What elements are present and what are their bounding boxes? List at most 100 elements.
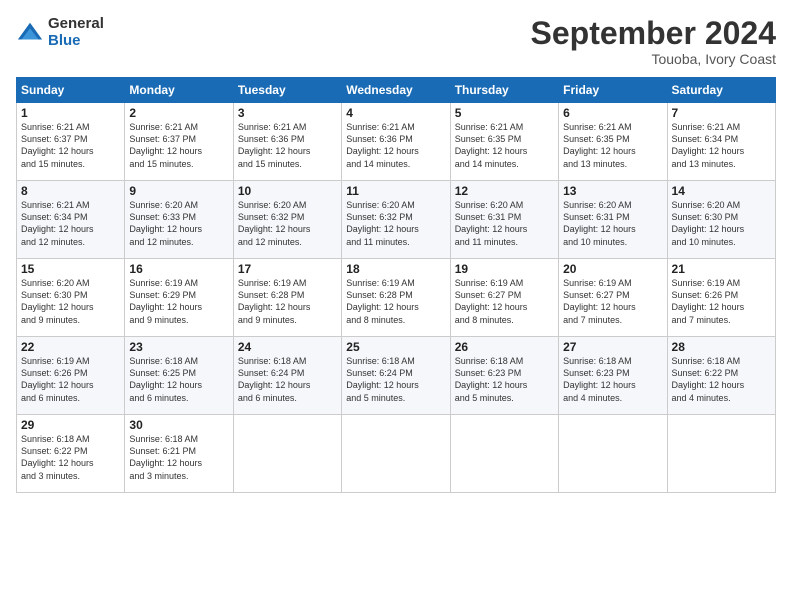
calendar-cell: 19Sunrise: 6:19 AM Sunset: 6:27 PM Dayli… xyxy=(450,259,558,337)
calendar-table: SundayMondayTuesdayWednesdayThursdayFrid… xyxy=(16,77,776,493)
calendar-cell: 3Sunrise: 6:21 AM Sunset: 6:36 PM Daylig… xyxy=(233,103,341,181)
day-info: Sunrise: 6:19 AM Sunset: 6:28 PM Dayligh… xyxy=(346,277,445,326)
calendar-cell: 20Sunrise: 6:19 AM Sunset: 6:27 PM Dayli… xyxy=(559,259,667,337)
logo: General Blue xyxy=(16,16,104,49)
day-info: Sunrise: 6:18 AM Sunset: 6:25 PM Dayligh… xyxy=(129,355,228,404)
day-number: 6 xyxy=(563,106,662,120)
calendar-cell xyxy=(342,415,450,493)
day-number: 8 xyxy=(21,184,120,198)
day-number: 17 xyxy=(238,262,337,276)
calendar-cell xyxy=(450,415,558,493)
calendar-cell: 2Sunrise: 6:21 AM Sunset: 6:37 PM Daylig… xyxy=(125,103,233,181)
day-info: Sunrise: 6:21 AM Sunset: 6:37 PM Dayligh… xyxy=(129,121,228,170)
title-block: September 2024 Touoba, Ivory Coast xyxy=(531,16,776,67)
calendar-cell: 21Sunrise: 6:19 AM Sunset: 6:26 PM Dayli… xyxy=(667,259,775,337)
day-number: 13 xyxy=(563,184,662,198)
day-number: 27 xyxy=(563,340,662,354)
day-info: Sunrise: 6:20 AM Sunset: 6:33 PM Dayligh… xyxy=(129,199,228,248)
logo-general: General xyxy=(48,16,104,33)
calendar-cell xyxy=(233,415,341,493)
calendar-cell: 16Sunrise: 6:19 AM Sunset: 6:29 PM Dayli… xyxy=(125,259,233,337)
day-info: Sunrise: 6:20 AM Sunset: 6:31 PM Dayligh… xyxy=(563,199,662,248)
day-number: 25 xyxy=(346,340,445,354)
calendar-cell xyxy=(559,415,667,493)
day-number: 3 xyxy=(238,106,337,120)
day-info: Sunrise: 6:18 AM Sunset: 6:23 PM Dayligh… xyxy=(455,355,554,404)
day-info: Sunrise: 6:21 AM Sunset: 6:35 PM Dayligh… xyxy=(563,121,662,170)
day-number: 24 xyxy=(238,340,337,354)
day-number: 5 xyxy=(455,106,554,120)
calendar-week-1: 1Sunrise: 6:21 AM Sunset: 6:37 PM Daylig… xyxy=(17,103,776,181)
day-info: Sunrise: 6:18 AM Sunset: 6:21 PM Dayligh… xyxy=(129,433,228,482)
calendar-cell: 6Sunrise: 6:21 AM Sunset: 6:35 PM Daylig… xyxy=(559,103,667,181)
calendar-header-wednesday: Wednesday xyxy=(342,78,450,103)
logo-blue: Blue xyxy=(48,33,104,50)
day-info: Sunrise: 6:19 AM Sunset: 6:26 PM Dayligh… xyxy=(672,277,771,326)
calendar-cell: 25Sunrise: 6:18 AM Sunset: 6:24 PM Dayli… xyxy=(342,337,450,415)
day-info: Sunrise: 6:20 AM Sunset: 6:30 PM Dayligh… xyxy=(672,199,771,248)
day-info: Sunrise: 6:21 AM Sunset: 6:34 PM Dayligh… xyxy=(21,199,120,248)
calendar-cell: 10Sunrise: 6:20 AM Sunset: 6:32 PM Dayli… xyxy=(233,181,341,259)
month-title: September 2024 xyxy=(531,16,776,51)
day-number: 18 xyxy=(346,262,445,276)
day-number: 20 xyxy=(563,262,662,276)
calendar-header-saturday: Saturday xyxy=(667,78,775,103)
day-info: Sunrise: 6:21 AM Sunset: 6:36 PM Dayligh… xyxy=(346,121,445,170)
calendar-week-2: 8Sunrise: 6:21 AM Sunset: 6:34 PM Daylig… xyxy=(17,181,776,259)
calendar-cell: 1Sunrise: 6:21 AM Sunset: 6:37 PM Daylig… xyxy=(17,103,125,181)
day-number: 19 xyxy=(455,262,554,276)
day-info: Sunrise: 6:19 AM Sunset: 6:27 PM Dayligh… xyxy=(563,277,662,326)
calendar-cell: 27Sunrise: 6:18 AM Sunset: 6:23 PM Dayli… xyxy=(559,337,667,415)
day-number: 2 xyxy=(129,106,228,120)
page: General Blue September 2024 Touoba, Ivor… xyxy=(0,0,792,612)
calendar-cell: 23Sunrise: 6:18 AM Sunset: 6:25 PM Dayli… xyxy=(125,337,233,415)
calendar-week-5: 29Sunrise: 6:18 AM Sunset: 6:22 PM Dayli… xyxy=(17,415,776,493)
day-number: 22 xyxy=(21,340,120,354)
day-number: 26 xyxy=(455,340,554,354)
day-number: 23 xyxy=(129,340,228,354)
header: General Blue September 2024 Touoba, Ivor… xyxy=(16,16,776,67)
calendar-cell: 12Sunrise: 6:20 AM Sunset: 6:31 PM Dayli… xyxy=(450,181,558,259)
day-number: 11 xyxy=(346,184,445,198)
calendar-cell: 13Sunrise: 6:20 AM Sunset: 6:31 PM Dayli… xyxy=(559,181,667,259)
logo-text: General Blue xyxy=(48,16,104,49)
calendar-cell: 9Sunrise: 6:20 AM Sunset: 6:33 PM Daylig… xyxy=(125,181,233,259)
location: Touoba, Ivory Coast xyxy=(531,51,776,67)
day-number: 12 xyxy=(455,184,554,198)
day-number: 9 xyxy=(129,184,228,198)
day-info: Sunrise: 6:21 AM Sunset: 6:34 PM Dayligh… xyxy=(672,121,771,170)
calendar-header-tuesday: Tuesday xyxy=(233,78,341,103)
day-info: Sunrise: 6:18 AM Sunset: 6:22 PM Dayligh… xyxy=(672,355,771,404)
calendar-cell: 15Sunrise: 6:20 AM Sunset: 6:30 PM Dayli… xyxy=(17,259,125,337)
calendar-header-friday: Friday xyxy=(559,78,667,103)
day-number: 28 xyxy=(672,340,771,354)
calendar-week-4: 22Sunrise: 6:19 AM Sunset: 6:26 PM Dayli… xyxy=(17,337,776,415)
day-info: Sunrise: 6:20 AM Sunset: 6:32 PM Dayligh… xyxy=(346,199,445,248)
calendar-cell: 28Sunrise: 6:18 AM Sunset: 6:22 PM Dayli… xyxy=(667,337,775,415)
day-info: Sunrise: 6:18 AM Sunset: 6:23 PM Dayligh… xyxy=(563,355,662,404)
day-info: Sunrise: 6:21 AM Sunset: 6:36 PM Dayligh… xyxy=(238,121,337,170)
day-number: 21 xyxy=(672,262,771,276)
calendar-header-monday: Monday xyxy=(125,78,233,103)
day-info: Sunrise: 6:19 AM Sunset: 6:29 PM Dayligh… xyxy=(129,277,228,326)
day-info: Sunrise: 6:20 AM Sunset: 6:32 PM Dayligh… xyxy=(238,199,337,248)
calendar-cell xyxy=(667,415,775,493)
day-number: 29 xyxy=(21,418,120,432)
calendar-cell: 11Sunrise: 6:20 AM Sunset: 6:32 PM Dayli… xyxy=(342,181,450,259)
day-number: 14 xyxy=(672,184,771,198)
day-info: Sunrise: 6:21 AM Sunset: 6:37 PM Dayligh… xyxy=(21,121,120,170)
calendar-cell: 29Sunrise: 6:18 AM Sunset: 6:22 PM Dayli… xyxy=(17,415,125,493)
calendar-cell: 22Sunrise: 6:19 AM Sunset: 6:26 PM Dayli… xyxy=(17,337,125,415)
day-number: 1 xyxy=(21,106,120,120)
calendar-cell: 5Sunrise: 6:21 AM Sunset: 6:35 PM Daylig… xyxy=(450,103,558,181)
day-info: Sunrise: 6:19 AM Sunset: 6:27 PM Dayligh… xyxy=(455,277,554,326)
calendar-cell: 8Sunrise: 6:21 AM Sunset: 6:34 PM Daylig… xyxy=(17,181,125,259)
day-number: 7 xyxy=(672,106,771,120)
calendar-header-thursday: Thursday xyxy=(450,78,558,103)
day-number: 30 xyxy=(129,418,228,432)
calendar-cell: 18Sunrise: 6:19 AM Sunset: 6:28 PM Dayli… xyxy=(342,259,450,337)
calendar-header-row: SundayMondayTuesdayWednesdayThursdayFrid… xyxy=(17,78,776,103)
calendar-week-3: 15Sunrise: 6:20 AM Sunset: 6:30 PM Dayli… xyxy=(17,259,776,337)
day-info: Sunrise: 6:18 AM Sunset: 6:24 PM Dayligh… xyxy=(346,355,445,404)
day-info: Sunrise: 6:20 AM Sunset: 6:30 PM Dayligh… xyxy=(21,277,120,326)
